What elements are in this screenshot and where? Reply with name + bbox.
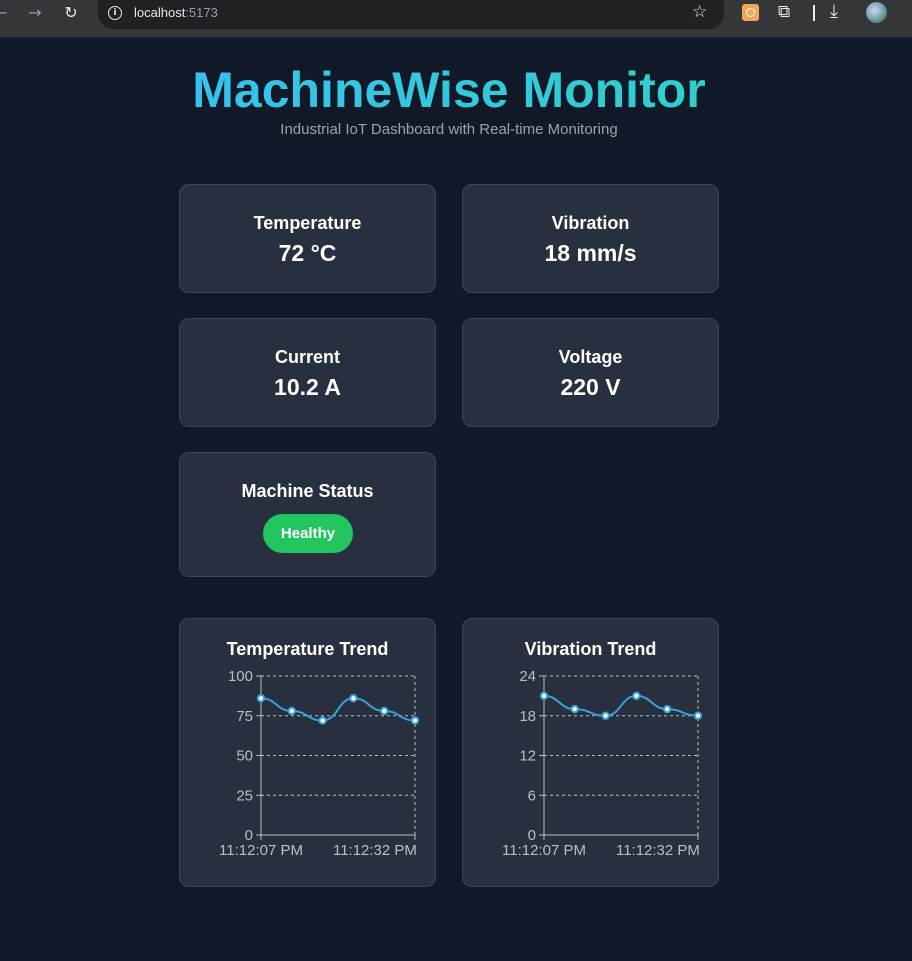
- metric-label: Current: [274, 347, 340, 367]
- series-line: [260, 697, 416, 722]
- y-tick-label: 24: [519, 668, 536, 685]
- y-tick-label: 12: [519, 748, 536, 765]
- status-label: Machine Status: [241, 481, 374, 501]
- metric-value: 72 °C: [278, 240, 337, 266]
- data-point: [601, 711, 610, 720]
- metric-card-temperature: Temperature 72 °C: [179, 184, 436, 293]
- back-arrow-icon[interactable]: ←: [0, 4, 14, 22]
- toolbar-divider: [813, 5, 815, 21]
- page-title: MachineWise Monitor: [0, 60, 898, 120]
- extension-icon[interactable]: [742, 4, 759, 21]
- profile-avatar[interactable]: [866, 2, 887, 23]
- data-point: [256, 694, 266, 703]
- y-tick-label: 75: [236, 708, 253, 725]
- y-tick-label: 100: [228, 668, 253, 685]
- status-badge: Healthy: [263, 514, 353, 553]
- metric-label: Temperature: [253, 213, 362, 233]
- data-point: [410, 716, 420, 725]
- puzzle-icon[interactable]: ⧉: [778, 2, 790, 22]
- data-point: [539, 691, 549, 701]
- x-tick-label: 11:12:32 PM: [616, 842, 700, 859]
- reload-icon[interactable]: ↻: [58, 4, 84, 22]
- star-icon[interactable]: ☆: [692, 2, 707, 22]
- machine-status-card: Machine Status Healthy: [179, 452, 436, 577]
- browser-toolbar: ← → ↻ i localhost:5173 ☆ ⧉ ⤓: [0, 0, 912, 38]
- page-subtitle: Industrial IoT Dashboard with Real-time …: [280, 121, 618, 138]
- metric-label: Voltage: [558, 347, 623, 367]
- metric-card-voltage: Voltage 220 V: [462, 318, 719, 427]
- url-host: localhost: [134, 5, 186, 20]
- metric-label: Vibration: [551, 213, 630, 233]
- y-tick-label: 50: [236, 748, 253, 765]
- y-tick-label: 18: [519, 708, 536, 725]
- metric-value: 220 V: [560, 374, 621, 400]
- x-tick-label: 11:12:07 PM: [219, 842, 303, 859]
- download-icon[interactable]: ⤓: [830, 1, 838, 22]
- data-point: [663, 704, 672, 714]
- series-line: [543, 694, 699, 717]
- url-port: :5173: [185, 5, 218, 20]
- data-point: [318, 716, 327, 725]
- data-point: [349, 694, 358, 703]
- info-icon[interactable]: i: [108, 6, 122, 20]
- url-text[interactable]: localhost:5173: [134, 5, 218, 20]
- temperature-trend-card: Temperature Trend 0 25 50 75 100 11:12:07 PM 1…: [179, 618, 436, 887]
- metric-value: 10.2 A: [274, 374, 341, 400]
- metric-card-vibration: Vibration 18 mm/s: [462, 184, 719, 293]
- x-tick-label: 11:12:32 PM: [333, 842, 417, 859]
- data-point: [632, 691, 641, 701]
- data-point: [570, 704, 580, 714]
- temperature-trend-chart: 025507510011:12:07 PM 11:12:32 PM: [219, 668, 420, 859]
- x-tick-label: 11:12:07 PM: [502, 842, 586, 859]
- y-tick-label: 25: [236, 787, 253, 804]
- metric-card-current: Current 10.2 A: [179, 318, 436, 427]
- metric-value: 18 mm/s: [544, 240, 637, 266]
- address-bar[interactable]: i localhost:5173 ☆: [98, 0, 724, 29]
- data-point: [380, 706, 389, 716]
- vibration-trend-chart: 0612182411:12:07 PM 11:12:32 PM: [502, 668, 703, 859]
- forward-arrow-icon[interactable]: →: [22, 4, 48, 22]
- vibration-trend-card: Vibration Trend 0 6 12 18 24 11:12:07 PM 11:12…: [462, 618, 719, 887]
- data-point: [693, 711, 703, 720]
- y-tick-label: 6: [528, 787, 536, 804]
- data-point: [287, 706, 297, 716]
